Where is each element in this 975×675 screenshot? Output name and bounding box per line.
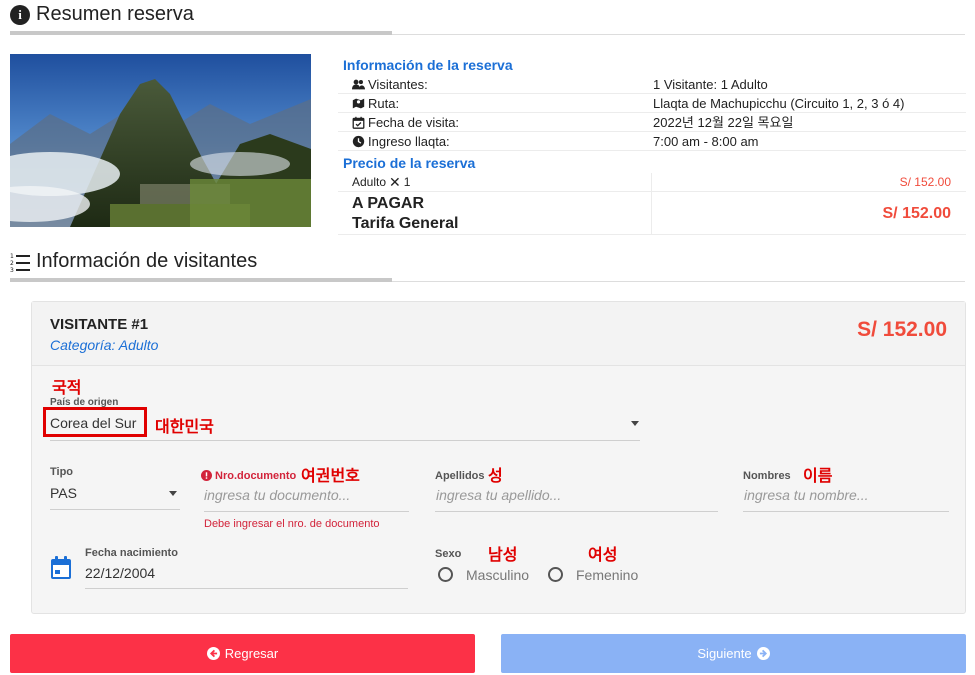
entry-time-value: 7:00 am - 8:00 am bbox=[653, 134, 759, 149]
birth-underline bbox=[85, 588, 408, 589]
price-line-qty: 1 bbox=[403, 174, 411, 189]
numbered-list-icon: 1 2 3 bbox=[10, 253, 30, 272]
next-button[interactable]: Siguiente bbox=[501, 634, 966, 673]
page: i Resumen reserva Información de la rese… bbox=[0, 0, 975, 675]
pay-total: S/ 152.00 bbox=[651, 192, 966, 234]
tipo-underline bbox=[50, 509, 180, 510]
price-line-row: Adulto ✕ 1 S/ 152.00 bbox=[338, 173, 966, 192]
visitors-value: 1 Visitante: 1 Adulto bbox=[653, 77, 768, 92]
users-icon bbox=[352, 79, 365, 89]
nombres-underline bbox=[743, 511, 949, 512]
back-button[interactable]: Regresar bbox=[10, 634, 475, 673]
visitors-divider bbox=[10, 278, 965, 282]
price-line-label: Adulto bbox=[352, 174, 387, 189]
annotation-surname: 성 bbox=[488, 466, 503, 485]
doc-underline bbox=[204, 511, 409, 512]
calendar-icon[interactable] bbox=[50, 556, 72, 580]
visitor-category: Categoría: Adulto bbox=[50, 337, 159, 353]
times-icon: ✕ bbox=[389, 173, 401, 190]
visit-date-label: Fecha de visita: bbox=[368, 114, 460, 130]
visitors-label: Visitantes: bbox=[368, 76, 428, 92]
tipo-select[interactable]: PAS bbox=[50, 485, 77, 501]
doc-label: Nro.documento bbox=[215, 470, 297, 482]
radio-female[interactable] bbox=[548, 567, 563, 582]
visitors-row: Visitantes: 1 Visitante: 1 Adulto bbox=[338, 75, 966, 94]
pay-row: A PAGAR Tarifa General S/ 152.00 bbox=[338, 192, 966, 235]
doc-input[interactable]: ingresa tu documento... bbox=[204, 487, 350, 503]
visitor-card: VISITANTE #1 Categoría: Adulto S/ 152.00… bbox=[31, 301, 966, 614]
booking-info: Información de la reserva Visitantes: 1 … bbox=[338, 55, 966, 235]
next-button-label: Siguiente bbox=[697, 646, 752, 661]
svg-text:3: 3 bbox=[10, 267, 14, 272]
summary-divider bbox=[10, 31, 965, 35]
visitors-header: 1 2 3 Información de visitantes bbox=[10, 250, 257, 273]
fare-label: Tarifa General bbox=[352, 215, 459, 232]
annotation-country-value: 대한민국 bbox=[155, 417, 214, 436]
annotation-country: 국적 bbox=[52, 378, 82, 397]
summary-title: Resumen reserva bbox=[36, 3, 194, 25]
entry-time-label: Ingreso llaqta: bbox=[368, 133, 450, 149]
visitor-price: S/ 152.00 bbox=[857, 318, 947, 341]
radio-male[interactable] bbox=[438, 567, 453, 582]
sex-label: Sexo bbox=[435, 548, 462, 560]
doc-error-message: Debe ingresar el nro. de documento bbox=[204, 518, 380, 530]
visitors-title: Información de visitantes bbox=[36, 250, 258, 272]
entry-time-row: Ingreso llaqta: 7:00 am - 8:00 am bbox=[338, 132, 966, 151]
calendar-check-icon bbox=[352, 116, 365, 129]
info-icon: i bbox=[10, 4, 30, 25]
summary-header: i Resumen reserva bbox=[10, 3, 194, 26]
machu-picchu-photo bbox=[10, 54, 311, 227]
svg-text:2: 2 bbox=[10, 260, 14, 267]
visit-date-value: 2022년 12월 22일 목요일 bbox=[653, 115, 794, 130]
birth-label: Fecha nacimiento bbox=[85, 547, 178, 559]
annotation-male: 남성 bbox=[488, 545, 518, 564]
price-line-value: S/ 152.00 bbox=[651, 173, 966, 191]
route-row: Ruta: Llaqta de Machupicchu (Circuito 1,… bbox=[338, 94, 966, 113]
annotation-doc: 여권번호 bbox=[301, 466, 360, 485]
visitor-title: VISITANTE #1 bbox=[50, 316, 149, 333]
apellidos-underline bbox=[435, 511, 718, 512]
birth-input[interactable]: 22/12/2004 bbox=[85, 565, 155, 581]
annotation-female: 여성 bbox=[588, 545, 618, 564]
back-button-label: Regresar bbox=[224, 646, 279, 661]
radio-female-label[interactable]: Femenino bbox=[576, 567, 638, 583]
arrow-right-circle-icon bbox=[756, 647, 770, 660]
arrow-left-circle-icon bbox=[206, 647, 220, 660]
nombres-label: Nombres bbox=[743, 470, 791, 482]
apellidos-label: Apellidos bbox=[435, 470, 485, 482]
apellidos-input[interactable]: ingresa tu apellido... bbox=[436, 487, 561, 503]
clock-icon bbox=[352, 135, 365, 147]
visit-date-row: Fecha de visita: 2022년 12월 22일 목요일 bbox=[338, 113, 966, 132]
route-value: Llaqta de Machupicchu (Circuito 1, 2, 3 … bbox=[653, 96, 905, 111]
chevron-down-icon[interactable] bbox=[631, 421, 639, 426]
annotation-name: 이름 bbox=[803, 466, 833, 485]
chevron-down-icon[interactable] bbox=[169, 491, 177, 496]
nombres-input[interactable]: ingresa tu nombre... bbox=[744, 487, 869, 503]
booking-info-heading: Información de la reserva bbox=[343, 57, 513, 73]
route-label: Ruta: bbox=[368, 95, 400, 111]
visitor-card-header: VISITANTE #1 Categoría: Adulto S/ 152.00 bbox=[32, 302, 965, 366]
error-icon bbox=[201, 470, 212, 481]
map-route-icon bbox=[352, 98, 365, 108]
country-underline bbox=[50, 440, 640, 441]
country-highlight-box bbox=[43, 407, 147, 437]
tipo-label: Tipo bbox=[50, 466, 74, 478]
radio-male-label[interactable]: Masculino bbox=[466, 567, 529, 583]
price-heading: Precio de la reserva bbox=[343, 155, 476, 171]
svg-text:1: 1 bbox=[10, 253, 14, 260]
pay-label: A PAGAR bbox=[352, 195, 424, 212]
